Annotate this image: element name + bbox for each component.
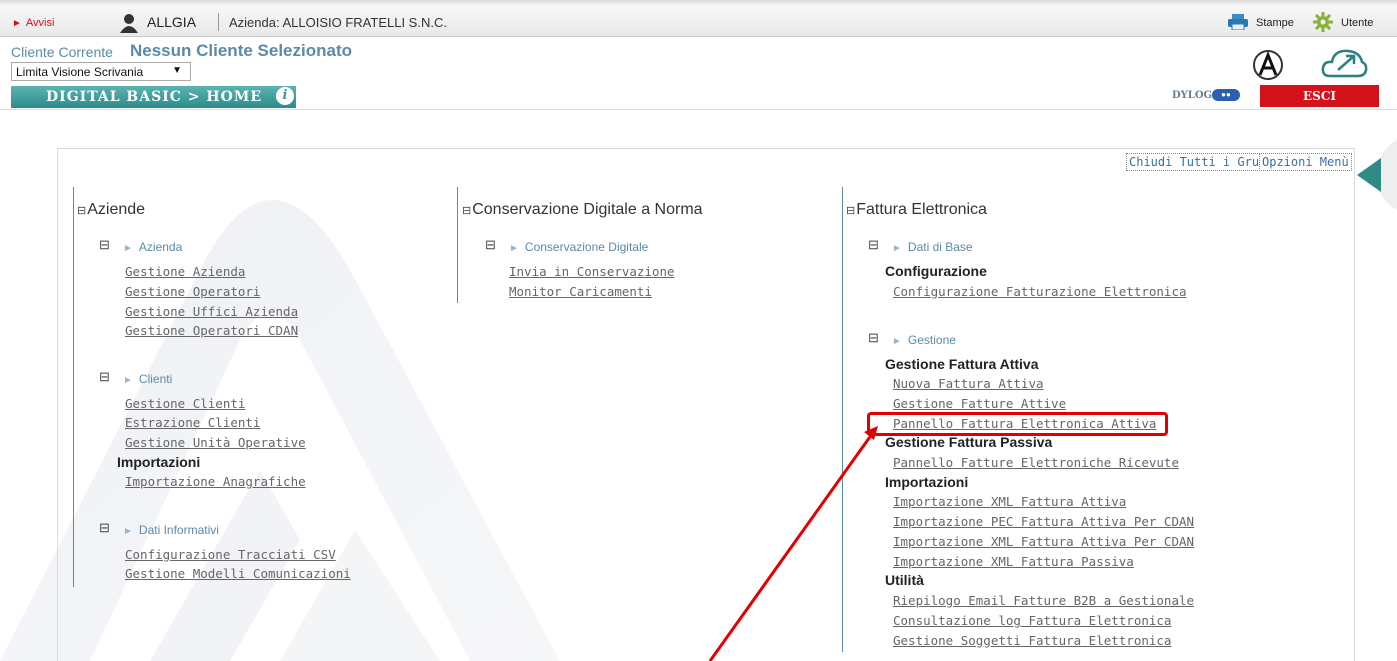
collapse-icon: ⊟ [868,330,879,345]
sub-label: Dati di Base [907,240,973,254]
heading-importazioni: Importazioni [117,454,201,470]
group-title-label: Conservazione Digitale a Norma [472,201,703,218]
a-logo-icon[interactable] [1252,49,1284,81]
column-divider [73,187,74,587]
printer-icon[interactable] [1228,14,1248,30]
side-panel-toggle-icon[interactable] [1357,140,1397,210]
link-invia-conservazione[interactable]: Invia in Conservazione [509,264,675,279]
azienda-label: Azienda: ALLOISIO FRATELLI S.N.C. [229,15,447,30]
link-import-pec-attiva-cdan[interactable]: Importazione PEC Fattura Attiva Per CDAN [893,514,1194,529]
info-icon[interactable]: i [276,87,294,105]
play-icon: ► [123,526,133,537]
collapse-icon: ⊟ [99,520,110,535]
dropdown-arrow-icon: ▼ [172,65,182,76]
column-divider [842,187,843,652]
sub-clienti[interactable]: ⊟ ► Clienti [99,369,173,386]
utente-link[interactable]: Utente [1341,17,1373,29]
avvisi-link[interactable]: ► Avvisi [12,17,54,29]
dylog-logo: DYLOG [1172,90,1213,101]
link-configurazione-csv[interactable]: Configurazione Tracciati CSV [125,547,336,562]
user-icon [120,14,138,33]
play-icon: ► [892,243,902,254]
collapse-icon: ⊟ [868,237,879,252]
link-pannello-fatture-ricevute[interactable]: Pannello Fatture Elettroniche Ricevute [893,455,1179,470]
sub-label: Dati Informativi [138,523,219,537]
link-gestione-soggetti[interactable]: Gestione Soggetti Fattura Elettronica [893,633,1171,648]
link-configurazione-fatturazione[interactable]: Configurazione Fatturazione Elettronica [893,284,1187,299]
play-icon: ► [509,243,519,254]
heading-importazioni: Importazioni [885,474,969,490]
sub-dati-informativi[interactable]: ⊟ ► Dati Informativi [99,520,219,537]
sub-label: Clienti [138,372,173,386]
link-import-xml-attiva-cdan[interactable]: Importazione XML Fattura Attiva Per CDAN [893,534,1194,549]
sub-dati-di-base[interactable]: ⊟ ► Dati di Base [868,237,973,254]
link-import-xml-passiva[interactable]: Importazione XML Fattura Passiva [893,554,1134,569]
link-estrazione-clienti[interactable]: Estrazione Clienti [125,415,260,430]
play-icon: ► [123,243,133,254]
annotation-highlight-box [867,412,1168,436]
heading-utilita: Utilità [885,572,924,588]
group-title-label: Aziende [87,201,146,218]
link-gestione-operatori-cdan[interactable]: Gestione Operatori CDAN [125,323,298,338]
link-consultazione-log[interactable]: Consultazione log Fattura Elettronica [893,613,1171,628]
sub-label: Conservazione Digitale [524,240,649,254]
link-riepilogo-email[interactable]: Riepilogo Email Fatture B2B a Gestionale [893,593,1194,608]
link-import-xml-attiva[interactable]: Importazione XML Fattura Attiva [893,494,1126,509]
column-divider [457,187,458,303]
sub-azienda[interactable]: ⊟ ► Azienda [99,237,183,254]
cliente-corrente-label: Cliente Corrente [11,44,113,60]
top-shadow [0,0,1397,5]
group-fattura-elettronica[interactable]: ⊟Fattura Elettronica [846,201,987,219]
collapse-icon: ⊟ [462,205,472,217]
group-conservazione[interactable]: ⊟Conservazione Digitale a Norma [462,201,703,219]
esci-button[interactable]: ESCI [1260,85,1379,107]
collapse-icon: ⊟ [846,205,856,217]
header-divider [0,109,1397,110]
link-gestione-modelli[interactable]: Gestione Modelli Comunicazioni [125,566,351,581]
link-gestione-uffici[interactable]: Gestione Uffici Azienda [125,304,298,319]
sub-conservazione-digitale[interactable]: ⊟ ► Conservazione Digitale [485,237,649,254]
sub-label: Azienda [138,240,183,254]
play-icon: ► [892,336,902,347]
play-icon: ► [12,18,22,29]
group-title-label: Fattura Elettronica [856,201,987,218]
top-bar [0,0,1397,37]
username[interactable]: ALLGIA [147,14,196,30]
menu-panel [57,148,1355,661]
cliente-corrente-value: Nessun Cliente Selezionato [130,41,352,60]
link-gestione-fatture-attive[interactable]: Gestione Fatture Attive [893,396,1066,411]
link-gestione-operatori[interactable]: Gestione Operatori [125,284,260,299]
collapse-icon: ⊟ [77,205,87,217]
avvisi-label: Avvisi [25,17,55,29]
gear-icon[interactable] [1313,12,1333,32]
play-icon: ► [123,375,133,386]
cloud-icon[interactable] [1320,46,1368,80]
link-gestione-unita[interactable]: Gestione Unità Operative [125,435,306,450]
partner-logo-icon: ●● [1212,89,1240,101]
heading-fattura-passiva: Gestione Fattura Passiva [885,434,1053,450]
stampe-link[interactable]: Stampe [1256,17,1294,29]
scrivania-select[interactable]: Limita Visione Scrivania ▼ [11,62,191,81]
link-monitor-caricamenti[interactable]: Monitor Caricamenti [509,284,652,299]
link-gestione-azienda[interactable]: Gestione Azienda [125,264,245,279]
collapse-icon: ⊟ [485,237,496,252]
collapse-icon: ⊟ [99,369,110,384]
heading-fattura-attiva: Gestione Fattura Attiva [885,356,1039,372]
link-gestione-clienti[interactable]: Gestione Clienti [125,396,245,411]
separator [218,13,219,31]
collapse-icon: ⊟ [99,237,110,252]
link-nuova-fattura-attiva[interactable]: Nuova Fattura Attiva [893,376,1044,391]
opzioni-menu-button[interactable]: Opzioni Menù [1259,153,1352,171]
sub-gestione[interactable]: ⊟ ► Gestione [868,330,956,347]
heading-configurazione: Configurazione [885,263,987,279]
group-aziende[interactable]: ⊟Aziende [77,201,145,219]
select-value: Limita Visione Scrivania [16,65,144,79]
link-importazione-anagrafiche[interactable]: Importazione Anagrafiche [125,474,306,489]
sub-label: Gestione [907,333,956,347]
breadcrumb[interactable]: DIGITAL BASIC > HOME [11,86,296,108]
